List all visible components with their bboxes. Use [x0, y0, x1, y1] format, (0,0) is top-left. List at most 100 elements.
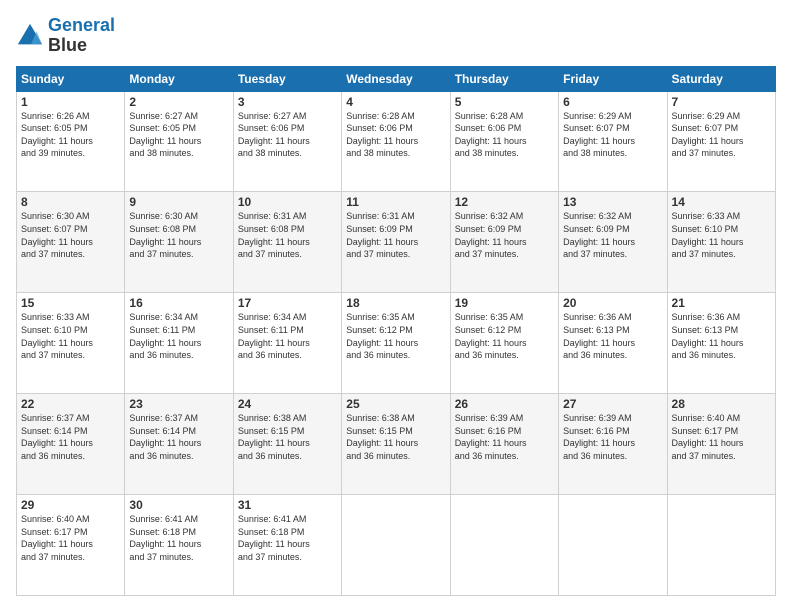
calendar-cell: 6 Sunrise: 6:29 AMSunset: 6:07 PMDayligh…	[559, 91, 667, 192]
day-info: Sunrise: 6:34 AMSunset: 6:11 PMDaylight:…	[129, 311, 228, 361]
day-number: 9	[129, 195, 228, 209]
calendar-cell: 15 Sunrise: 6:33 AMSunset: 6:10 PMDaylig…	[17, 293, 125, 394]
day-info: Sunrise: 6:30 AMSunset: 6:07 PMDaylight:…	[21, 210, 120, 260]
calendar-cell	[450, 495, 558, 596]
day-number: 25	[346, 397, 445, 411]
calendar-cell: 1 Sunrise: 6:26 AMSunset: 6:05 PMDayligh…	[17, 91, 125, 192]
calendar-cell: 11 Sunrise: 6:31 AMSunset: 6:09 PMDaylig…	[342, 192, 450, 293]
calendar-cell: 17 Sunrise: 6:34 AMSunset: 6:11 PMDaylig…	[233, 293, 341, 394]
day-number: 18	[346, 296, 445, 310]
day-number: 1	[21, 95, 120, 109]
weekday-header: Monday	[125, 66, 233, 91]
day-number: 23	[129, 397, 228, 411]
day-info: Sunrise: 6:27 AMSunset: 6:05 PMDaylight:…	[129, 110, 228, 160]
day-number: 17	[238, 296, 337, 310]
day-number: 10	[238, 195, 337, 209]
calendar-cell: 23 Sunrise: 6:37 AMSunset: 6:14 PMDaylig…	[125, 394, 233, 495]
calendar-cell: 16 Sunrise: 6:34 AMSunset: 6:11 PMDaylig…	[125, 293, 233, 394]
calendar-week-row: 1 Sunrise: 6:26 AMSunset: 6:05 PMDayligh…	[17, 91, 776, 192]
calendar-cell: 30 Sunrise: 6:41 AMSunset: 6:18 PMDaylig…	[125, 495, 233, 596]
day-info: Sunrise: 6:32 AMSunset: 6:09 PMDaylight:…	[563, 210, 662, 260]
calendar-cell: 26 Sunrise: 6:39 AMSunset: 6:16 PMDaylig…	[450, 394, 558, 495]
calendar-cell: 28 Sunrise: 6:40 AMSunset: 6:17 PMDaylig…	[667, 394, 775, 495]
calendar-week-row: 15 Sunrise: 6:33 AMSunset: 6:10 PMDaylig…	[17, 293, 776, 394]
logo: General Blue	[16, 16, 115, 56]
calendar-cell: 21 Sunrise: 6:36 AMSunset: 6:13 PMDaylig…	[667, 293, 775, 394]
calendar-cell: 19 Sunrise: 6:35 AMSunset: 6:12 PMDaylig…	[450, 293, 558, 394]
day-info: Sunrise: 6:29 AMSunset: 6:07 PMDaylight:…	[563, 110, 662, 160]
header: General Blue	[16, 16, 776, 56]
weekday-header: Thursday	[450, 66, 558, 91]
day-number: 7	[672, 95, 771, 109]
day-info: Sunrise: 6:40 AMSunset: 6:17 PMDaylight:…	[672, 412, 771, 462]
day-number: 16	[129, 296, 228, 310]
calendar-cell	[342, 495, 450, 596]
calendar-cell: 4 Sunrise: 6:28 AMSunset: 6:06 PMDayligh…	[342, 91, 450, 192]
day-info: Sunrise: 6:31 AMSunset: 6:09 PMDaylight:…	[346, 210, 445, 260]
calendar-cell: 10 Sunrise: 6:31 AMSunset: 6:08 PMDaylig…	[233, 192, 341, 293]
weekday-header: Wednesday	[342, 66, 450, 91]
day-info: Sunrise: 6:41 AMSunset: 6:18 PMDaylight:…	[129, 513, 228, 563]
calendar-cell: 5 Sunrise: 6:28 AMSunset: 6:06 PMDayligh…	[450, 91, 558, 192]
day-info: Sunrise: 6:26 AMSunset: 6:05 PMDaylight:…	[21, 110, 120, 160]
page: General Blue SundayMondayTuesdayWednesda…	[0, 0, 792, 612]
day-number: 12	[455, 195, 554, 209]
weekday-header: Friday	[559, 66, 667, 91]
day-number: 27	[563, 397, 662, 411]
day-number: 28	[672, 397, 771, 411]
calendar-cell	[559, 495, 667, 596]
calendar-week-row: 8 Sunrise: 6:30 AMSunset: 6:07 PMDayligh…	[17, 192, 776, 293]
calendar-cell: 3 Sunrise: 6:27 AMSunset: 6:06 PMDayligh…	[233, 91, 341, 192]
day-number: 8	[21, 195, 120, 209]
day-number: 3	[238, 95, 337, 109]
weekday-header: Tuesday	[233, 66, 341, 91]
calendar-cell: 22 Sunrise: 6:37 AMSunset: 6:14 PMDaylig…	[17, 394, 125, 495]
day-info: Sunrise: 6:34 AMSunset: 6:11 PMDaylight:…	[238, 311, 337, 361]
day-info: Sunrise: 6:35 AMSunset: 6:12 PMDaylight:…	[455, 311, 554, 361]
calendar-cell	[667, 495, 775, 596]
day-info: Sunrise: 6:41 AMSunset: 6:18 PMDaylight:…	[238, 513, 337, 563]
day-info: Sunrise: 6:37 AMSunset: 6:14 PMDaylight:…	[129, 412, 228, 462]
day-info: Sunrise: 6:31 AMSunset: 6:08 PMDaylight:…	[238, 210, 337, 260]
day-info: Sunrise: 6:36 AMSunset: 6:13 PMDaylight:…	[672, 311, 771, 361]
calendar-cell: 13 Sunrise: 6:32 AMSunset: 6:09 PMDaylig…	[559, 192, 667, 293]
day-number: 13	[563, 195, 662, 209]
calendar-week-row: 29 Sunrise: 6:40 AMSunset: 6:17 PMDaylig…	[17, 495, 776, 596]
calendar-cell: 7 Sunrise: 6:29 AMSunset: 6:07 PMDayligh…	[667, 91, 775, 192]
calendar-cell: 12 Sunrise: 6:32 AMSunset: 6:09 PMDaylig…	[450, 192, 558, 293]
day-info: Sunrise: 6:37 AMSunset: 6:14 PMDaylight:…	[21, 412, 120, 462]
calendar-cell: 18 Sunrise: 6:35 AMSunset: 6:12 PMDaylig…	[342, 293, 450, 394]
day-number: 6	[563, 95, 662, 109]
calendar-cell: 27 Sunrise: 6:39 AMSunset: 6:16 PMDaylig…	[559, 394, 667, 495]
weekday-header: Sunday	[17, 66, 125, 91]
day-info: Sunrise: 6:38 AMSunset: 6:15 PMDaylight:…	[346, 412, 445, 462]
day-number: 19	[455, 296, 554, 310]
day-number: 29	[21, 498, 120, 512]
day-number: 31	[238, 498, 337, 512]
calendar-cell: 14 Sunrise: 6:33 AMSunset: 6:10 PMDaylig…	[667, 192, 775, 293]
day-info: Sunrise: 6:32 AMSunset: 6:09 PMDaylight:…	[455, 210, 554, 260]
day-info: Sunrise: 6:28 AMSunset: 6:06 PMDaylight:…	[346, 110, 445, 160]
day-info: Sunrise: 6:33 AMSunset: 6:10 PMDaylight:…	[21, 311, 120, 361]
calendar-week-row: 22 Sunrise: 6:37 AMSunset: 6:14 PMDaylig…	[17, 394, 776, 495]
day-number: 30	[129, 498, 228, 512]
day-number: 15	[21, 296, 120, 310]
calendar-cell: 2 Sunrise: 6:27 AMSunset: 6:05 PMDayligh…	[125, 91, 233, 192]
day-info: Sunrise: 6:36 AMSunset: 6:13 PMDaylight:…	[563, 311, 662, 361]
calendar-cell: 24 Sunrise: 6:38 AMSunset: 6:15 PMDaylig…	[233, 394, 341, 495]
logo-text: General Blue	[48, 16, 115, 56]
calendar-cell: 31 Sunrise: 6:41 AMSunset: 6:18 PMDaylig…	[233, 495, 341, 596]
logo-icon	[16, 22, 44, 50]
day-number: 22	[21, 397, 120, 411]
day-number: 20	[563, 296, 662, 310]
day-number: 14	[672, 195, 771, 209]
day-info: Sunrise: 6:40 AMSunset: 6:17 PMDaylight:…	[21, 513, 120, 563]
day-info: Sunrise: 6:35 AMSunset: 6:12 PMDaylight:…	[346, 311, 445, 361]
day-info: Sunrise: 6:39 AMSunset: 6:16 PMDaylight:…	[563, 412, 662, 462]
day-info: Sunrise: 6:30 AMSunset: 6:08 PMDaylight:…	[129, 210, 228, 260]
day-info: Sunrise: 6:39 AMSunset: 6:16 PMDaylight:…	[455, 412, 554, 462]
day-info: Sunrise: 6:33 AMSunset: 6:10 PMDaylight:…	[672, 210, 771, 260]
calendar-cell: 9 Sunrise: 6:30 AMSunset: 6:08 PMDayligh…	[125, 192, 233, 293]
day-info: Sunrise: 6:27 AMSunset: 6:06 PMDaylight:…	[238, 110, 337, 160]
day-number: 5	[455, 95, 554, 109]
